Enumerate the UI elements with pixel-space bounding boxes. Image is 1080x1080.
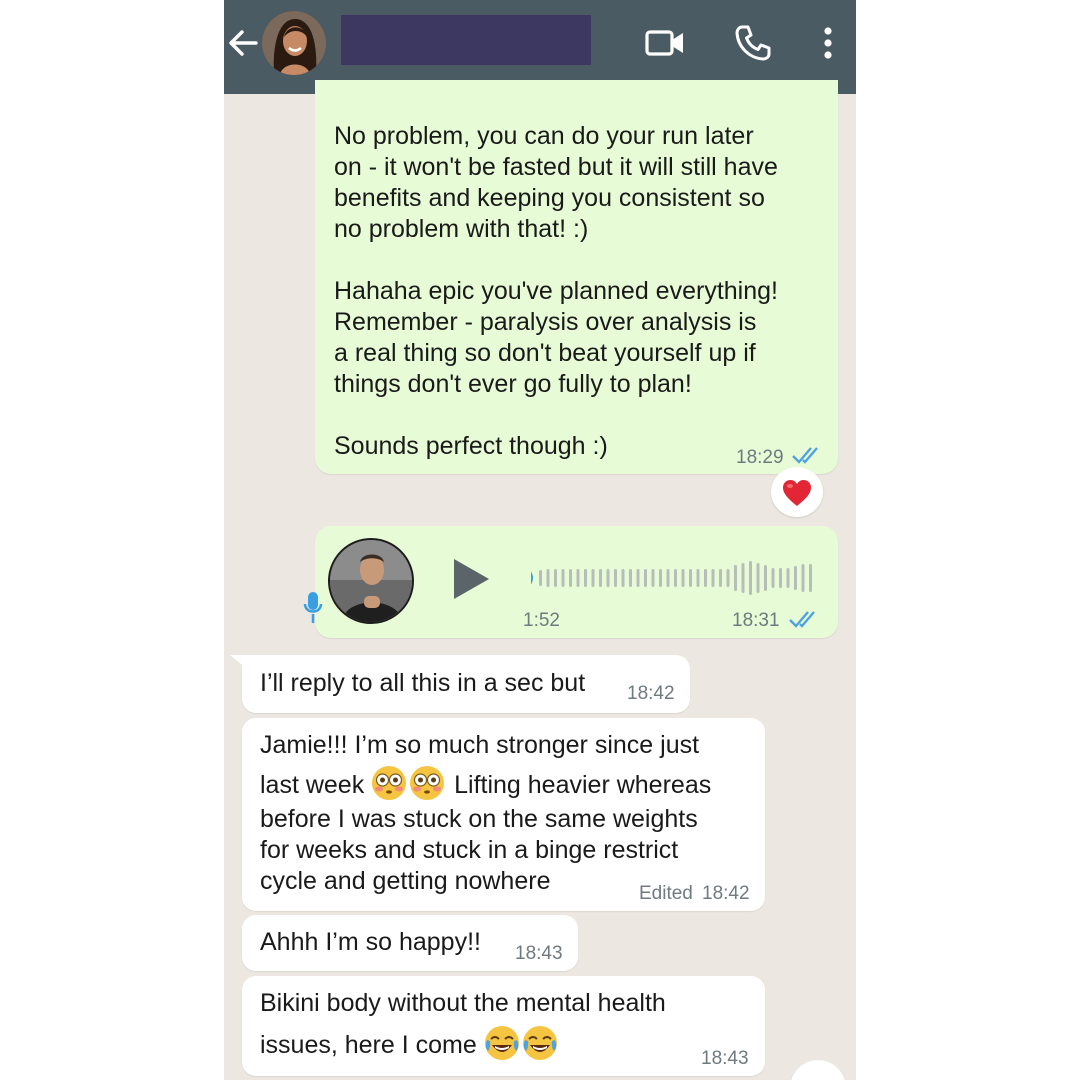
message-text: last week: [260, 771, 365, 799]
waveform-bar: [659, 569, 662, 587]
tears-of-joy-emoji: [522, 1026, 557, 1060]
waveform-bar: [809, 564, 812, 592]
contact-name[interactable]: [341, 15, 591, 65]
incoming-message[interactable]: I’ll reply to all this in a sec but 18:4…: [242, 655, 690, 713]
waveform-bar: [771, 568, 775, 588]
waveform-bar: [779, 568, 782, 588]
chat-screen: No problem, you can do your run later on…: [224, 0, 856, 1080]
voice-duration: 1:52: [523, 610, 560, 631]
message-text: before I was stuck on the same weights f…: [260, 805, 698, 895]
waveform-bar: [734, 565, 737, 591]
video-call-icon[interactable]: [645, 24, 685, 62]
reaction-badge[interactable]: [771, 467, 823, 517]
more-vert-icon[interactable]: [821, 24, 835, 62]
message-text: Jamie!!! I’m so much stronger since just: [260, 731, 700, 759]
waveform-bar: [591, 569, 595, 587]
audio-waveform[interactable]: [531, 558, 821, 598]
phone-call-icon[interactable]: [734, 24, 772, 62]
message-time: 18:42: [702, 883, 750, 904]
message-text-line: issues, here I come: [260, 1025, 560, 1061]
message-paragraph: Hahaha epic you've planned everything! R…: [334, 277, 778, 398]
waveform-bar: [681, 569, 685, 587]
arrow-left-icon[interactable]: [226, 26, 260, 60]
play-icon[interactable]: [451, 557, 491, 601]
waveform-bar: [576, 569, 580, 587]
waveform-bar: [726, 569, 730, 587]
message-paragraph: Sounds perfect though :): [334, 432, 608, 460]
flushed-face-emoji: [410, 766, 445, 800]
waveform-bar: [741, 563, 745, 593]
outgoing-message[interactable]: No problem, you can do your run later on…: [315, 80, 838, 474]
waveform-bar: [629, 569, 632, 587]
sender-avatar: [328, 538, 414, 624]
waveform-bar: [651, 569, 655, 587]
read-ticks-icon: [789, 611, 815, 628]
waveform-bar: [704, 569, 707, 587]
waveform-bar: [711, 569, 715, 587]
waveform-bar: [584, 569, 587, 587]
microphone-icon: [303, 592, 323, 623]
message-time: 18:43: [515, 943, 563, 964]
waveform-bar: [621, 569, 625, 587]
waveform-bar: [801, 564, 805, 592]
waveform-bar: [666, 569, 670, 587]
waveform-bar: [636, 569, 640, 587]
waveform-bar: [599, 569, 602, 587]
waveform-bar: [794, 566, 797, 590]
message-time: 18:29: [736, 447, 784, 468]
message-time: 18:31: [732, 610, 780, 631]
red-heart-icon: [783, 480, 811, 506]
waveform-bar: [756, 563, 760, 593]
edited-label: Edited: [639, 883, 693, 904]
contact-avatar[interactable]: [262, 11, 326, 75]
waveform-bar: [539, 570, 542, 586]
waveform-bar: [749, 561, 752, 595]
flushed-face-emoji: [372, 766, 407, 800]
waveform-bar: [764, 565, 767, 591]
waveform-bar: [561, 569, 565, 587]
message-text: Lifting heavier whereas: [454, 771, 712, 799]
tears-of-joy-emoji: [484, 1026, 519, 1060]
waveform-bar: [786, 568, 790, 588]
waveform-bar: [689, 569, 692, 587]
waveform-bar: [719, 569, 722, 587]
incoming-message[interactable]: Ahhh I’m so happy!! 18:43: [242, 915, 578, 971]
message-time: 18:42: [627, 683, 675, 704]
waveform-bar: [554, 569, 557, 587]
waveform-bar: [674, 569, 677, 587]
waveform-bar: [644, 569, 647, 587]
message-time: 18:43: [701, 1048, 749, 1069]
message-text: I’ll reply to all this in a sec but: [260, 669, 586, 697]
message-text-line: last week Lifting heavier whereas: [260, 765, 711, 801]
waveform-bar: [614, 569, 617, 587]
incoming-message[interactable]: Bikini body without the mental health is…: [242, 976, 765, 1076]
scroll-down-button[interactable]: [790, 1060, 846, 1080]
waveform-bar: [569, 569, 572, 587]
message-paragraph: No problem, you can do your run later on…: [334, 122, 778, 243]
read-ticks-icon: [792, 447, 818, 464]
waveform-bar: [696, 569, 700, 587]
message-text: Ahhh I’m so happy!!: [260, 928, 481, 956]
incoming-message[interactable]: Jamie!!! I’m so much stronger since just…: [242, 718, 765, 911]
waveform-bar: [546, 569, 550, 587]
message-text: issues, here I come: [260, 1031, 477, 1059]
message-text: Bikini body without the mental health: [260, 989, 666, 1017]
waveform-bar: [606, 569, 610, 587]
